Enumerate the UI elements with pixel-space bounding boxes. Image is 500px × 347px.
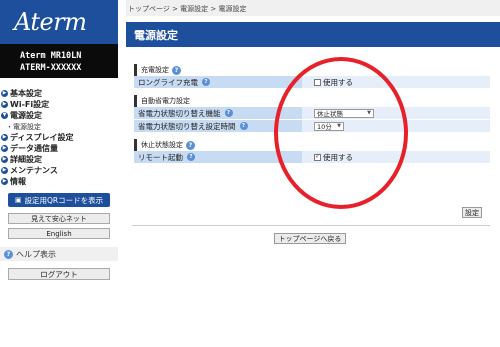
help-icon[interactable]: ? [186, 140, 195, 150]
setting-value: 使用する [302, 76, 490, 88]
section-title-text: 自動省電力設定 [141, 97, 190, 105]
setting-label: リモート起動? [134, 151, 302, 163]
setting-value: 使用する [302, 151, 490, 163]
power-save-time-select[interactable]: 10分 ▼ [314, 121, 344, 131]
chevron-right-icon: ▶ [1, 145, 8, 152]
help-toggle[interactable]: ? ヘルプ表示 [0, 247, 118, 261]
sidebar-item-display-settings[interactable]: ▶ ディスプレイ設定 [0, 132, 118, 143]
english-button[interactable]: English [8, 228, 110, 239]
apply-settings-button[interactable]: 設定 [462, 207, 482, 218]
setting-value: 休止状態 ▼ [302, 107, 490, 119]
sidebar-item-data-usage[interactable]: ▶ データ通信量 [0, 143, 118, 154]
sidebar-item-label: Wi-Fi設定 [10, 100, 50, 109]
sidebar-subitem-power-settings[interactable]: ・電源設定 [0, 121, 118, 132]
section-title-auto-power-save: 自動省電力設定 [134, 95, 490, 107]
chevron-right-icon: ▶ [1, 101, 8, 108]
help-icon: ? [4, 249, 13, 259]
chevron-right-icon: ▶ [1, 178, 8, 185]
back-to-top-button[interactable]: トップページへ戻る [274, 233, 346, 244]
section-title-text: 休止状態設定 [141, 141, 183, 149]
setting-label: ロングライフ充電? [134, 76, 302, 88]
help-icon[interactable]: ? [202, 78, 210, 86]
help-icon[interactable]: ? [224, 109, 233, 117]
chevron-down-icon: ▼ [367, 110, 371, 116]
qr-button-label: 設定用QRコードを表示 [24, 195, 104, 205]
setting-label: 省電力状態切り替え設定時間? [134, 120, 302, 132]
section-title-sleep: 休止状態設定 ? [134, 139, 490, 151]
device-id: ATERM-XXXXXX [20, 63, 82, 73]
divider [132, 225, 490, 226]
setting-label-text: 省電力状態切り替え設定時間 [138, 121, 236, 131]
chevron-down-icon: ▼ [1, 112, 8, 119]
breadcrumb: トップページ > 電源設定 > 電源設定 [126, 0, 500, 16]
setting-label: 省電力状態切り替え機能? [134, 107, 302, 119]
settings-form: 充電設定 ? ロングライフ充電? 使用する 自動省電力設定 省電力状態切り替え機… [126, 64, 490, 163]
select-value: 10分 [317, 123, 332, 131]
sidebar-item-maintenance[interactable]: ▶ メンテナンス [0, 165, 118, 176]
sidebar-item-info[interactable]: ▶ 情報 [0, 176, 118, 187]
sidebar: Aterm Aterm MR10LN ATERM-XXXXXX ▶ 基本設定 ▶ W… [0, 0, 118, 347]
sidebar-item-wifi-settings[interactable]: ▶ Wi-Fi設定 [0, 99, 118, 110]
logo-area: Aterm [0, 0, 118, 44]
chevron-right-icon: ▶ [1, 134, 8, 141]
setting-label-text: 省電力状態切り替え機能 [138, 108, 221, 118]
long-life-charge-checkbox[interactable] [314, 78, 321, 86]
select-value: 休止状態 [317, 110, 343, 118]
section-title-text: 充電設定 [141, 66, 169, 74]
model-name: Aterm MR10LN [20, 51, 82, 61]
sidebar-item-label: 電源設定 [10, 111, 42, 120]
main-content: トップページ > 電源設定 > 電源設定 電源設定 充電設定 ? ロングライフ充… [126, 0, 500, 347]
help-icon[interactable]: ? [172, 65, 181, 75]
page-title-text: 電源設定 [134, 28, 178, 42]
chevron-down-icon: ▼ [337, 123, 341, 129]
chevron-right-icon: ▶ [1, 156, 8, 163]
remote-wakeup-checkbox[interactable] [314, 152, 321, 161]
sidebar-item-power-settings[interactable]: ▼ 電源設定 [0, 110, 118, 121]
page-title: 電源設定 [126, 22, 500, 47]
setting-row-remote-wakeup: リモート起動? 使用する [134, 151, 490, 163]
checkbox-label: 使用する [323, 77, 353, 87]
sidebar-item-basic-settings[interactable]: ▶ 基本設定 [0, 88, 118, 99]
sidebar-item-label: 基本設定 [10, 89, 42, 98]
section-marker [134, 64, 137, 76]
power-save-mode-select[interactable]: 休止状態 ▼ [314, 108, 374, 118]
help-icon[interactable]: ? [187, 153, 195, 161]
chevron-right-icon: ▶ [1, 167, 8, 174]
model-info: Aterm MR10LN ATERM-XXXXXX [0, 44, 118, 78]
section-marker [134, 139, 137, 151]
sidebar-item-label: メンテナンス [10, 166, 58, 175]
sidebar-item-label: 情報 [10, 177, 26, 186]
qr-code-icon: ▣ [14, 196, 22, 204]
logout-button[interactable]: ログアウト [8, 268, 110, 280]
show-qr-code-button[interactable]: ▣ 設定用QRコードを表示 [8, 193, 110, 207]
section-title-charge: 充電設定 ? [134, 64, 490, 76]
sidebar-item-label: 詳細設定 [10, 155, 42, 164]
section-marker [134, 95, 137, 107]
help-icon[interactable]: ? [239, 122, 248, 130]
sidebar-item-label: データ通信量 [10, 144, 58, 153]
sidebar-menu: ▶ 基本設定 ▶ Wi-Fi設定 ▼ 電源設定 ・電源設定 ▶ ディスプレイ設定 ▶ デー… [0, 78, 118, 187]
help-label: ヘルプ表示 [16, 249, 56, 259]
setting-label-text: ロングライフ充電 [138, 77, 198, 87]
setting-value: 10分 ▼ [302, 120, 490, 132]
sidebar-item-advanced-settings[interactable]: ▶ 詳細設定 [0, 154, 118, 165]
checkbox-label: 使用する [323, 152, 353, 162]
aterm-logo: Aterm [14, 8, 87, 36]
setting-row-power-save-time: 省電力状態切り替え設定時間? 10分 ▼ [134, 120, 490, 132]
setting-row-power-save-mode: 省電力状態切り替え機能? 休止状態 ▼ [134, 107, 490, 119]
setting-row-long-life-charge: ロングライフ充電? 使用する [134, 76, 490, 88]
chevron-right-icon: ▶ [1, 90, 8, 97]
sidebar-item-label: ディスプレイ設定 [10, 133, 74, 142]
anshin-net-button[interactable]: 見えて安心ネット [8, 213, 110, 224]
setting-label-text: リモート起動 [138, 152, 183, 162]
